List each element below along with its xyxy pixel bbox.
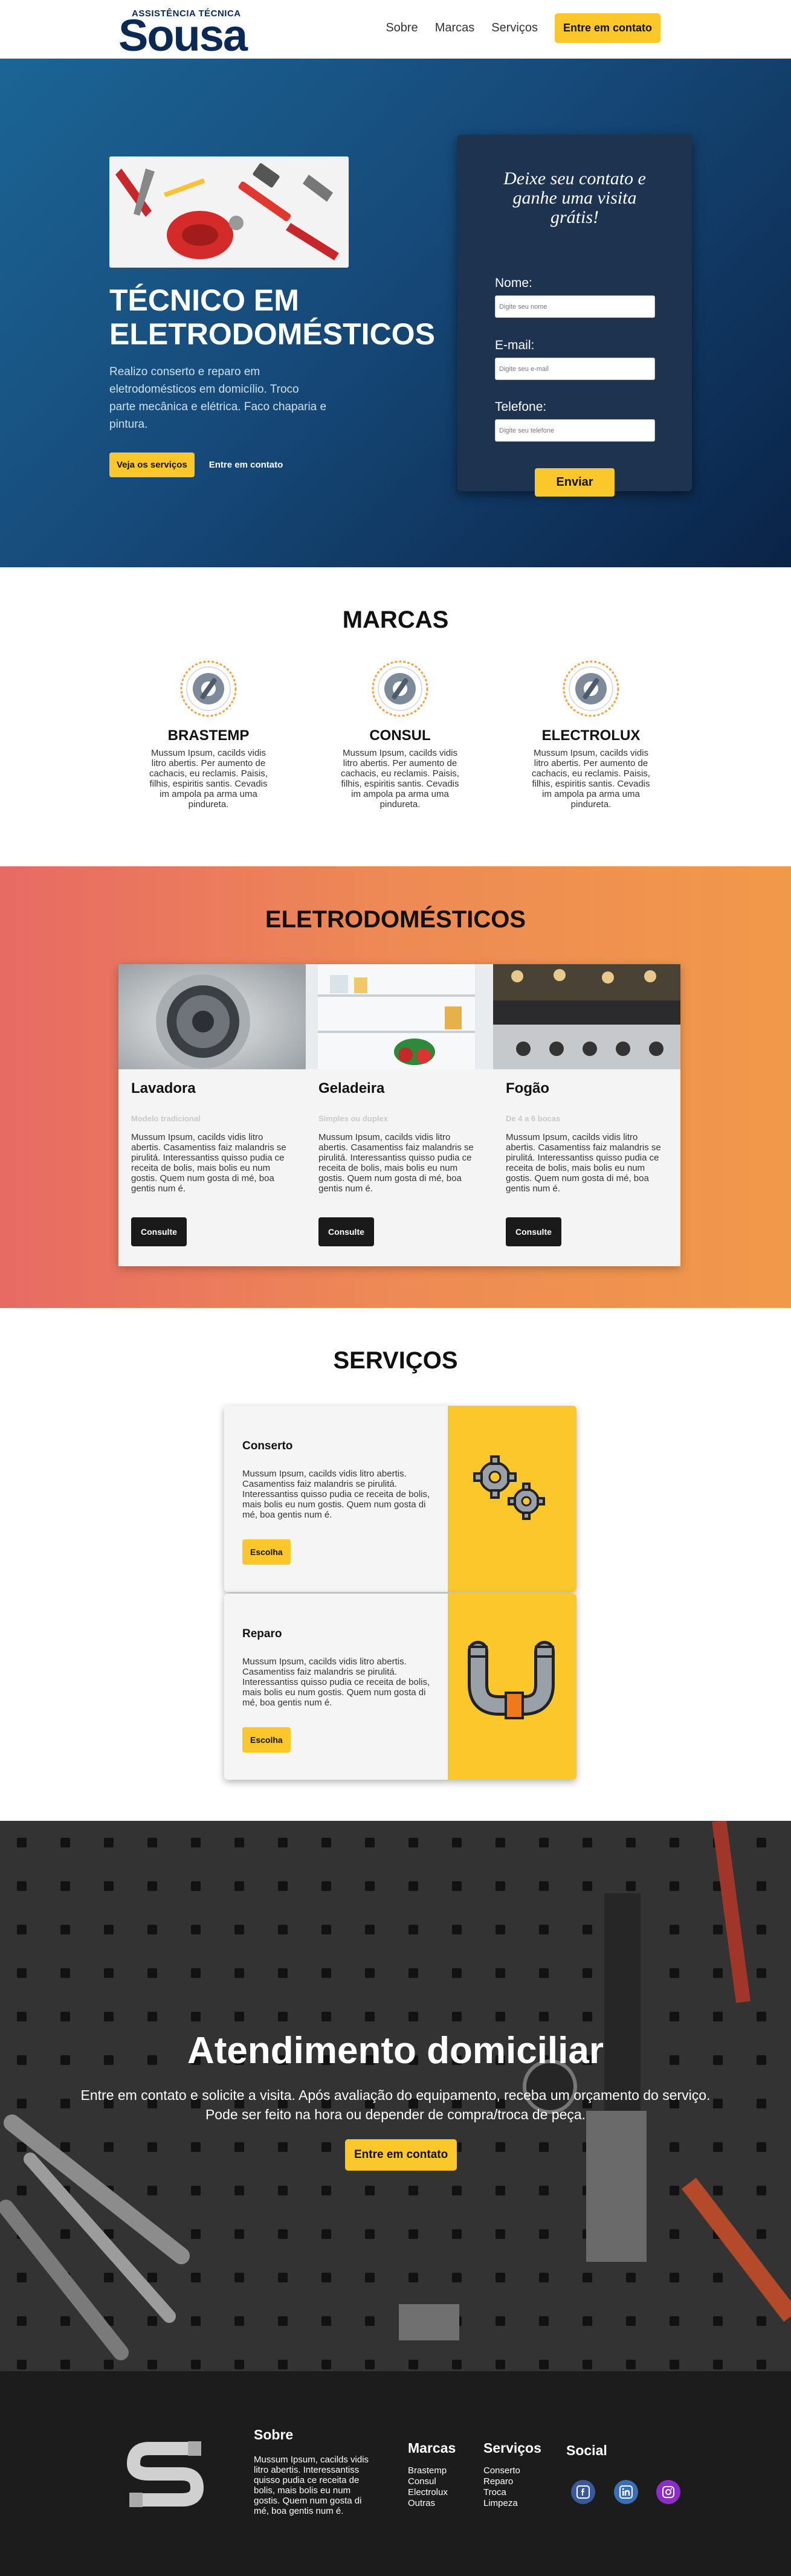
footer-marcas-list: Brastemp Consul Electrolux Outras [408, 2465, 448, 2509]
footer-servicos-title: Serviços [483, 2440, 541, 2456]
email-label: E-mail: [495, 338, 535, 352]
fridge-image [306, 964, 493, 1069]
consult-button[interactable]: Consulte [506, 1217, 561, 1246]
service-card-reparo: Reparo Mussum Ipsum, cacilds vidis litro… [224, 1594, 576, 1780]
footer: Sobre Mussum Ipsum, cacilds vidis litro … [0, 2371, 791, 2576]
phone-label: Telefone: [495, 400, 547, 414]
brand-name: BRASTEMP [167, 727, 250, 744]
brand-description: Mussum Ipsum, cacilds vidis litro aberti… [532, 748, 650, 810]
pipe-s-logo-icon [126, 2441, 204, 2507]
form-title: Deixe seu contato e ganhe uma visita grá… [503, 169, 646, 227]
view-services-button[interactable]: Veja os serviços [109, 452, 195, 477]
brand-description: Mussum Ipsum, cacilds vidis litro aberti… [341, 748, 459, 810]
nav-contact-button[interactable]: Entre em contato [554, 13, 660, 43]
gears-icon [473, 1455, 545, 1520]
linkedin-icon[interactable] [614, 2480, 638, 2504]
service-title: Reparo [242, 1628, 282, 1640]
gear-wrench-icon [179, 660, 237, 718]
instagram-icon[interactable] [656, 2480, 680, 2504]
footer-link[interactable]: Outras [408, 2498, 448, 2509]
card-fogao: Fogão De 4 a 6 bocas Mussum Ipsum, cacil… [493, 964, 680, 1266]
card-subtitle: Modelo tradicional [131, 1114, 201, 1123]
footer-servicos-list: Conserto Reparo Troca Limpeza [483, 2465, 520, 2509]
brand-card-brastemp: BRASTEMP Mussum Ipsum, cacilds vidis lit… [145, 660, 272, 810]
footer-link[interactable]: Reparo [483, 2476, 520, 2487]
brand-name: ELECTROLUX [541, 727, 641, 744]
brand-name: CONSUL [369, 727, 431, 744]
phone-input[interactable]: Digite seu telefone [495, 419, 655, 442]
nav-links: Sobre Marcas Serviços Entre em contato [386, 13, 660, 43]
footer-link[interactable]: Consul [408, 2476, 448, 2487]
nav-link-sobre[interactable]: Sobre [386, 21, 418, 35]
name-label: Nome: [495, 276, 532, 290]
choose-button[interactable]: Escolha [242, 1539, 291, 1565]
hero-section: TÉCNICO EM ELETRODOMÉSTICOS Realizo cons… [0, 59, 791, 567]
card-title: Geladeira [318, 1080, 385, 1096]
card-title: Lavadora [131, 1080, 196, 1096]
service-info: Conserto Mussum Ipsum, cacilds vidis lit… [224, 1406, 448, 1592]
eletro-title: ELETRODOMÉSTICOS [265, 906, 526, 933]
logo-main: Sousa [118, 10, 248, 60]
card-geladeira: Geladeira Simples ou duplex Mussum Ipsum… [306, 964, 493, 1266]
consult-button[interactable]: Consulte [131, 1217, 187, 1246]
home-service-text: Entre em contato e solicite a visita. Ap… [0, 2085, 791, 2124]
card-title: Fogão [506, 1080, 549, 1096]
washing-machine-image [118, 964, 306, 1069]
card-lavadora: Lavadora Modelo tradicional Mussum Ipsum… [118, 964, 306, 1266]
eletro-section: ELETRODOMÉSTICOS Lavadora Modelo tradici… [0, 866, 791, 1308]
hero-buttons: Veja os serviços Entre em contato [109, 452, 283, 477]
facebook-icon[interactable] [571, 2480, 595, 2504]
home-service-title: Atendimento domiciliar [187, 2030, 604, 2072]
footer-sobre-text: Mussum Ipsum, cacilds vidis litro aberti… [254, 2455, 369, 2516]
contact-form: Deixe seu contato e ganhe uma visita grá… [457, 135, 692, 497]
footer-link[interactable]: Brastemp [408, 2465, 448, 2476]
submit-button[interactable]: Enviar [535, 468, 615, 497]
logo[interactable]: ASSISTÊNCIA TÉCNICA Sousa [118, 8, 260, 58]
service-icon-panel [448, 1406, 576, 1592]
service-text: Mussum Ipsum, cacilds vidis litro aberti… [242, 1657, 430, 1708]
service-text: Mussum Ipsum, cacilds vidis litro aberti… [242, 1469, 430, 1520]
hero-description: Realizo conserto e reparo em eletrodomés… [109, 365, 327, 431]
email-input[interactable]: Digite seu e-mail [495, 358, 655, 380]
footer-sobre-title: Sobre [254, 2427, 294, 2442]
service-info: Reparo Mussum Ipsum, cacilds vidis litro… [224, 1594, 448, 1780]
gear-wrench-icon [371, 660, 429, 718]
service-icon-panel [448, 1594, 576, 1780]
footer-link[interactable]: Electrolux [408, 2487, 448, 2498]
brand-card-consul: CONSUL Mussum Ipsum, cacilds vidis litro… [337, 660, 463, 810]
card-text: Mussum Ipsum, cacilds vidis litro aberti… [131, 1132, 286, 1194]
brand-card-electrolux: ELECTROLUX Mussum Ipsum, cacilds vidis l… [528, 660, 654, 810]
service-title: Conserto [242, 1440, 293, 1452]
consult-button[interactable]: Consulte [318, 1217, 374, 1246]
nav-link-servicos[interactable]: Serviços [491, 21, 538, 35]
card-text: Mussum Ipsum, cacilds vidis litro aberti… [318, 1132, 474, 1194]
hero-contact-link[interactable]: Entre em contato [209, 460, 283, 470]
card-subtitle: De 4 a 6 bocas [506, 1114, 561, 1123]
card-text: Mussum Ipsum, cacilds vidis litro aberti… [506, 1132, 661, 1194]
hero-title: TÉCNICO EM ELETRODOMÉSTICOS [109, 283, 435, 351]
gear-wrench-icon [562, 660, 620, 718]
hero-tools-image [109, 156, 349, 268]
eletro-cards: Lavadora Modelo tradicional Mussum Ipsum… [118, 964, 680, 1266]
footer-link[interactable]: Limpeza [483, 2498, 520, 2509]
marcas-title: MARCAS [342, 607, 449, 633]
nav-link-marcas[interactable]: Marcas [435, 21, 475, 35]
stove-image [493, 964, 680, 1069]
top-nav: ASSISTÊNCIA TÉCNICA Sousa Sobre Marcas S… [0, 0, 791, 59]
footer-link[interactable]: Troca [483, 2487, 520, 2498]
home-service-text-line2: Pode ser feito na hora ou depender de co… [205, 2107, 586, 2122]
footer-link[interactable]: Conserto [483, 2465, 520, 2476]
choose-button[interactable]: Escolha [242, 1727, 291, 1753]
home-service-text-line1: Entre em contato e solicite a visita. Ap… [80, 2087, 711, 2103]
servicos-title: SERVIÇOS [333, 1347, 458, 1374]
brand-description: Mussum Ipsum, cacilds vidis litro aberti… [149, 748, 268, 810]
card-subtitle: Simples ou duplex [318, 1114, 388, 1123]
pipe-icon [468, 1641, 555, 1719]
home-service-section: Atendimento domiciliar Entre em contato … [0, 1821, 791, 2371]
home-service-contact-button[interactable]: Entre em contato [345, 2139, 457, 2171]
name-input[interactable]: Digite seu nome [495, 295, 655, 318]
footer-marcas-title: Marcas [408, 2440, 456, 2456]
service-card-conserto: Conserto Mussum Ipsum, cacilds vidis lit… [224, 1406, 576, 1592]
footer-social-title: Social [566, 2442, 607, 2458]
